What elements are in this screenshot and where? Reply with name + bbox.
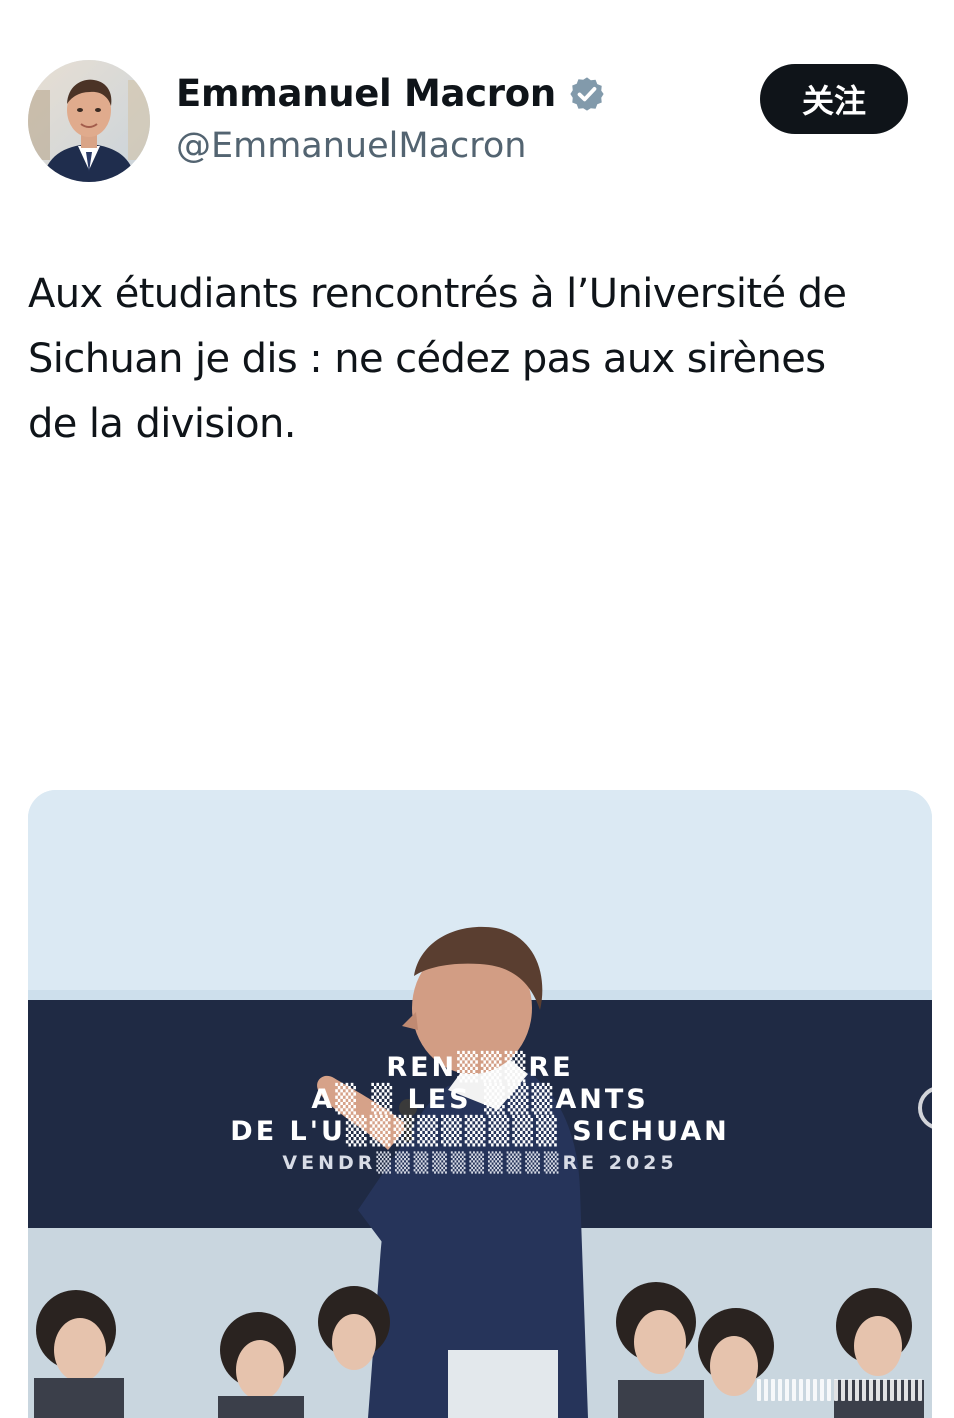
- watermark-icon: [757, 1376, 922, 1404]
- avatar-image: [28, 60, 150, 182]
- tweet-text-line: de la division.: [28, 401, 296, 447]
- author-display-name[interactable]: Emmanuel Macron: [176, 72, 556, 115]
- banner-text-line: REN▒▒▒RE: [386, 1052, 574, 1083]
- follow-button[interactable]: 关注: [760, 64, 908, 134]
- tweet-media-video[interactable]: REN▒▒▒RE A▒ ▒ LES ▒▒▒ANTS DE L'U▒▒▒▒▒▒▒▒…: [28, 790, 932, 1418]
- tweet-card: Emmanuel Macron @EmmanuelMacron 关注 Aux é…: [0, 0, 954, 1418]
- avatar[interactable]: [28, 60, 150, 182]
- tweet-text-line: Aux étudiants rencontrés à l’Université …: [28, 271, 847, 317]
- banner-text-line: VENDR▒▒▒▒▒▒▒▒▒▒RE 2025: [282, 1152, 678, 1174]
- banner-text-line: A▒ ▒ LES ▒▒▒ANTS: [311, 1084, 649, 1115]
- tweet-text: Aux étudiants rencontrés à l’Université …: [28, 262, 928, 457]
- author-name-row: Emmanuel Macron: [176, 72, 606, 115]
- tweet-text-line: Sichuan je dis : ne cédez pas aux sirène…: [28, 336, 826, 382]
- banner-text-line: DE L'U▒▒▒▒▒▒▒▒▒ SICHUAN: [230, 1116, 730, 1147]
- author-handle[interactable]: @EmmanuelMacron: [176, 126, 526, 166]
- verified-badge-icon: [570, 76, 604, 111]
